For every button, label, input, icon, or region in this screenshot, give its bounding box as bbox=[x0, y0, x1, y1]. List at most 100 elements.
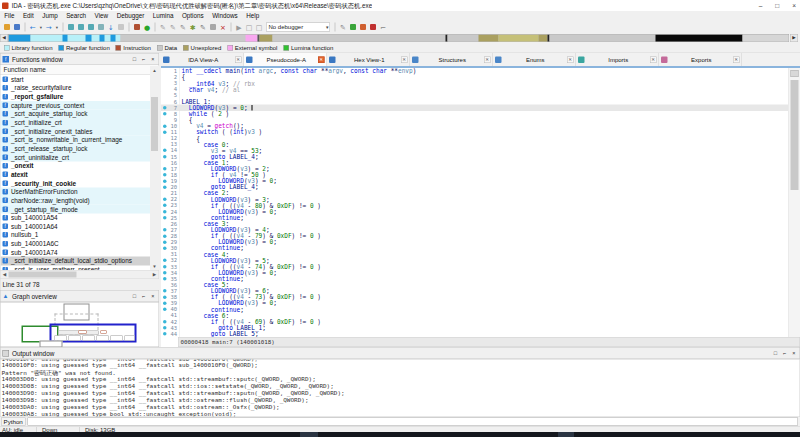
function-row[interactable]: f_scrt_uninitialize_crt bbox=[1, 153, 160, 162]
minimize-button[interactable]: – bbox=[759, 2, 763, 10]
tab-ida-view-a[interactable]: IDA View-A✕ bbox=[161, 53, 244, 66]
back-dropdown-icon[interactable]: ▾ bbox=[39, 22, 44, 32]
breakpoint-list-icon[interactable] bbox=[359, 22, 368, 32]
function-row[interactable]: f_security_init_cookie bbox=[1, 179, 160, 188]
jump-disabled-icon[interactable] bbox=[117, 22, 126, 32]
menu-lumina[interactable]: Lumina bbox=[149, 13, 178, 20]
output-close-icon[interactable]: × bbox=[792, 350, 795, 356]
functions-close-icon[interactable]: × bbox=[151, 56, 154, 62]
tab-exports[interactable]: Exports✕ bbox=[659, 53, 742, 66]
tab-close-icon[interactable]: ✕ bbox=[567, 56, 574, 63]
function-row[interactable]: fstart bbox=[1, 75, 160, 84]
tab-imports[interactable]: Imports✕ bbox=[576, 53, 659, 66]
python-label[interactable]: Python bbox=[1, 418, 25, 426]
tab-close-icon[interactable]: ✕ bbox=[484, 56, 491, 63]
stop-debug-icon[interactable]: □ bbox=[255, 22, 264, 32]
function-row[interactable]: f_raise_securityfailure bbox=[1, 84, 160, 93]
maximize-button[interactable]: □ bbox=[775, 2, 779, 10]
tab-hex-view-1[interactable]: Hex View-1✕ bbox=[327, 53, 410, 66]
menu-file[interactable]: File bbox=[0, 13, 19, 20]
function-row[interactable]: fatexit bbox=[1, 170, 160, 179]
tab-enums[interactable]: Enums✕ bbox=[493, 53, 576, 66]
python-input[interactable] bbox=[27, 418, 798, 426]
navband-track[interactable] bbox=[8, 34, 789, 42]
jump-function-icon[interactable] bbox=[97, 22, 106, 32]
graph-close-icon[interactable]: × bbox=[151, 293, 154, 299]
jump-by-xref-icon[interactable] bbox=[87, 22, 96, 32]
edit-comment-icon[interactable]: ✎ bbox=[159, 22, 168, 32]
function-row[interactable]: f_onexit bbox=[1, 161, 160, 170]
snapshot-image-icon[interactable] bbox=[133, 22, 142, 32]
pseudocode-view[interactable]: 1int __cdecl main(int argc, const char *… bbox=[161, 68, 788, 337]
graph-float-icon[interactable]: ⌐ bbox=[142, 293, 145, 299]
forward-arrow-icon[interactable]: → bbox=[45, 22, 54, 32]
function-row[interactable]: fcapture_previous_context bbox=[1, 101, 160, 110]
flag-icon[interactable] bbox=[369, 22, 378, 32]
graph-maximize-icon[interactable]: □ bbox=[133, 293, 136, 299]
edit-type-icon[interactable]: ✎ bbox=[179, 22, 188, 32]
lumina-icon[interactable]: ● bbox=[143, 22, 152, 32]
tab-close-icon[interactable]: ✕ bbox=[401, 56, 408, 63]
gray-tool-icon[interactable]: ⌐ bbox=[379, 22, 388, 32]
function-row[interactable]: fUserMathErrorFunction bbox=[1, 187, 160, 196]
jump-down-icon[interactable]: ↓ bbox=[107, 22, 116, 32]
output-maximize-icon[interactable]: □ bbox=[774, 350, 777, 356]
function-row[interactable]: f_scrt_initialize_default_local_stdio_op… bbox=[1, 257, 160, 266]
scroll-corner-icon[interactable] bbox=[791, 70, 799, 77]
output-window-header[interactable]: Output window □ ⌐ × bbox=[0, 347, 800, 359]
edit-pencil-icon[interactable]: ✎ bbox=[199, 22, 208, 32]
debug-options-icon[interactable]: ✎ bbox=[339, 22, 348, 32]
menu-help[interactable]: Help bbox=[242, 13, 263, 20]
refresh-snapshot-icon[interactable] bbox=[349, 22, 358, 32]
tab-close-icon[interactable]: ✕ bbox=[235, 56, 242, 63]
scroll-thumb[interactable] bbox=[151, 97, 158, 151]
functions-window-header[interactable]: f Functions window □ ⌐ × bbox=[0, 53, 159, 65]
output-float-icon[interactable]: ⌐ bbox=[783, 350, 786, 356]
open-file-icon[interactable] bbox=[3, 22, 12, 32]
scroll-thumb[interactable] bbox=[791, 80, 799, 190]
function-row[interactable]: f_get_startup_file_mode bbox=[1, 205, 160, 214]
function-row[interactable]: fsub_140001A54 bbox=[1, 213, 160, 222]
forward-dropdown-icon[interactable]: ▾ bbox=[55, 22, 60, 32]
scroll-down-icon[interactable]: ▼ bbox=[150, 262, 159, 270]
functions-horizontal-scrollbar[interactable]: ◀ ▶ bbox=[0, 270, 159, 279]
output-log[interactable]: 140001DF0: using guessed type __int64 __… bbox=[0, 359, 800, 417]
function-row[interactable]: fcharNode::raw_length(void) bbox=[1, 196, 160, 205]
function-row[interactable]: fsub_140001A64 bbox=[1, 222, 160, 231]
graph-overview-header[interactable]: ▲ Graph overview □ ⌐ × bbox=[0, 290, 159, 302]
jump-by-name-icon[interactable] bbox=[67, 22, 76, 32]
navband-left-arrow[interactable]: ◀ bbox=[0, 34, 8, 42]
menu-windows[interactable]: Windows bbox=[208, 13, 242, 20]
menu-view[interactable]: View bbox=[90, 13, 112, 20]
scroll-up-icon[interactable]: ▲ bbox=[150, 66, 159, 74]
function-row[interactable]: fsub_140001A74 bbox=[1, 248, 160, 257]
navband-right-arrow[interactable]: ▶ bbox=[790, 34, 798, 42]
back-arrow-icon[interactable]: ← bbox=[29, 22, 38, 32]
tab-structures[interactable]: Structures✕ bbox=[410, 53, 493, 66]
scroll-thumb[interactable] bbox=[9, 272, 77, 278]
function-row[interactable]: fsub_140001A6C bbox=[1, 239, 160, 248]
debugger-selector[interactable]: No debugger bbox=[266, 23, 330, 32]
scroll-left-icon[interactable]: ◀ bbox=[1, 271, 9, 279]
edit-rename-icon[interactable]: ✎ bbox=[169, 22, 178, 32]
menu-options[interactable]: Options bbox=[178, 13, 208, 20]
pseudocode-scrollbar[interactable] bbox=[788, 68, 800, 337]
function-row[interactable]: f_scrt_is_nonwritable_in_current_image bbox=[1, 136, 160, 145]
edit-star-icon[interactable]: ✱ bbox=[189, 22, 198, 32]
functions-maximize-icon[interactable]: □ bbox=[133, 56, 136, 62]
delete-icon[interactable]: × bbox=[219, 22, 228, 32]
tab-close-icon[interactable]: ✕ bbox=[733, 56, 740, 63]
function-name-column-header[interactable]: Function name bbox=[0, 65, 159, 75]
close-button[interactable]: × bbox=[792, 2, 796, 10]
function-row[interactable]: f_report_gsfailure bbox=[1, 92, 160, 101]
function-row[interactable]: f_scrt_initialize_onexit_tables bbox=[1, 127, 160, 136]
jump-by-address-icon[interactable] bbox=[77, 22, 86, 32]
functions-vertical-scrollbar[interactable]: ▲ ▼ bbox=[150, 66, 159, 270]
functions-float-icon[interactable]: ⌐ bbox=[142, 56, 145, 62]
tab-pseudocode-a[interactable]: Pseudocode-A✕ bbox=[244, 53, 327, 66]
code-line-44[interactable]: 44 goto LABEL_5; bbox=[161, 331, 788, 337]
menu-edit[interactable]: Edit bbox=[19, 13, 38, 20]
tab-close-icon[interactable]: ✕ bbox=[650, 56, 657, 63]
menu-search[interactable]: Search bbox=[62, 13, 90, 20]
windows-taskbar[interactable] bbox=[0, 432, 800, 437]
